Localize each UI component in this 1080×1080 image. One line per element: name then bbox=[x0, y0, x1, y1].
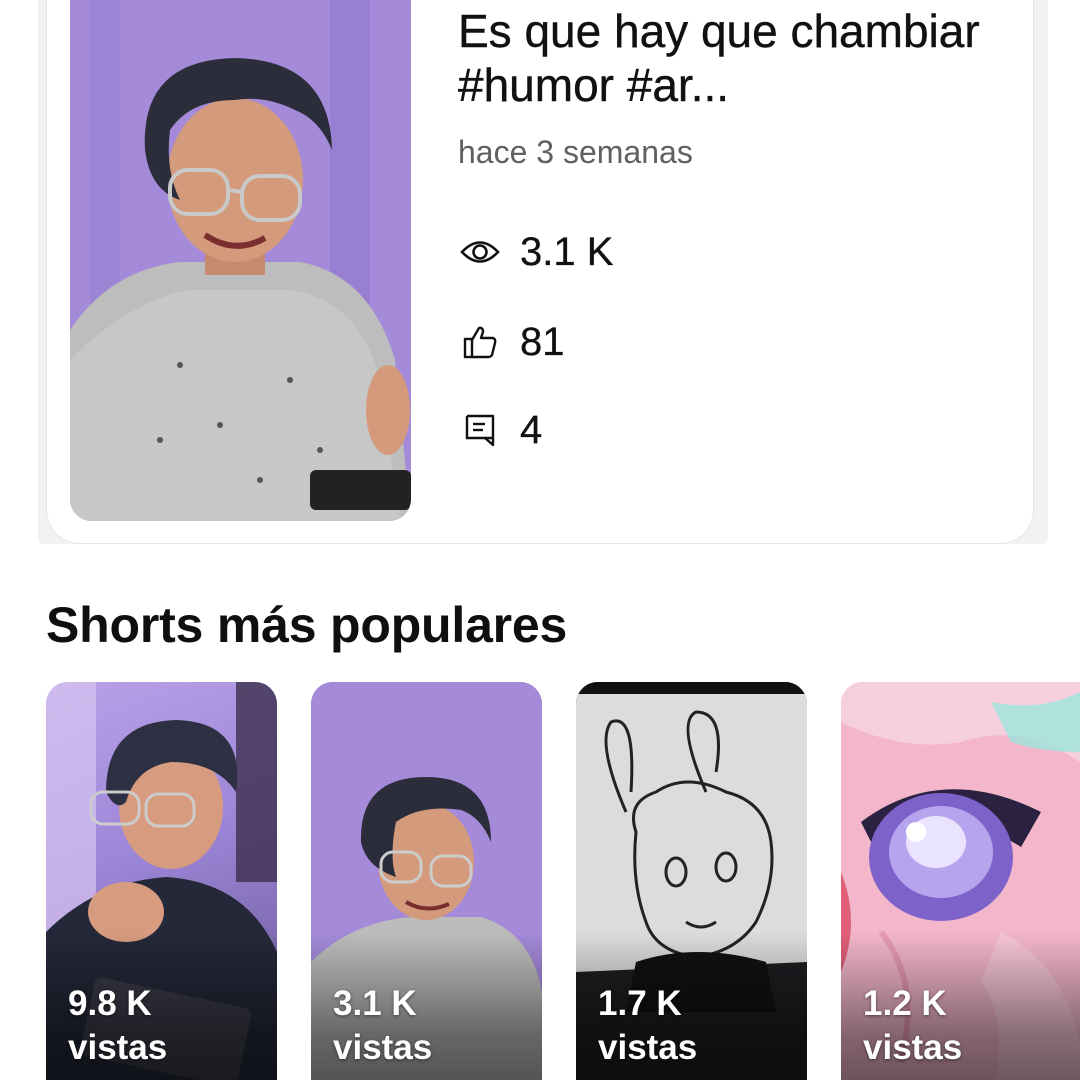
short-card[interactable]: 1.7 K vistas bbox=[576, 682, 807, 1080]
video-thumbnail[interactable] bbox=[70, 0, 411, 521]
short-card[interactable]: 1.2 K vistas bbox=[841, 682, 1080, 1080]
comment-icon bbox=[458, 408, 502, 452]
comments-stat: 4 bbox=[458, 406, 542, 454]
comments-count: 4 bbox=[520, 407, 543, 452]
likes-count: 81 bbox=[520, 319, 565, 364]
short-views: 9.8 K vistas bbox=[68, 984, 168, 1067]
short-views: 1.2 K vistas bbox=[863, 984, 963, 1067]
short-card[interactable]: 9.8 K vistas bbox=[46, 682, 277, 1080]
likes-stat: 81 bbox=[458, 318, 565, 366]
video-age: hace 3 semanas bbox=[458, 134, 693, 170]
short-views: 1.7 K vistas bbox=[598, 984, 698, 1067]
section-title: Shorts más populares bbox=[46, 597, 568, 653]
views-stat: 3.1 K bbox=[458, 228, 614, 276]
thumbnail-image bbox=[70, 0, 411, 521]
short-card[interactable]: 3.1 K vistas bbox=[311, 682, 542, 1080]
thumbs-up-icon bbox=[458, 320, 502, 364]
eye-icon bbox=[458, 230, 502, 274]
short-views: 3.1 K vistas bbox=[333, 984, 433, 1067]
video-title[interactable]: Es que hay que chambiar #humor #ar... bbox=[458, 4, 1018, 112]
views-count: 3.1 K bbox=[520, 229, 614, 274]
